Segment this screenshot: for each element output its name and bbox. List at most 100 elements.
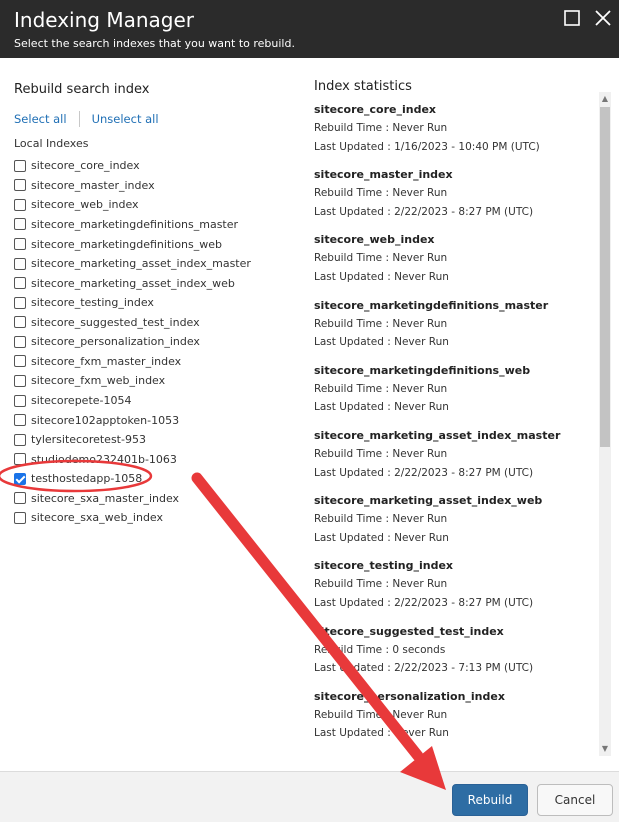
- stat-name: sitecore_master_index: [314, 168, 453, 182]
- index-item[interactable]: sitecore_core_index: [14, 156, 251, 176]
- index-checkbox[interactable]: [14, 433, 26, 446]
- stat-rebuild-time: Rebuild Time : Never Run: [314, 578, 448, 591]
- stat-rebuild-time: Rebuild Time : Never Run: [314, 382, 448, 395]
- index-checkbox[interactable]: [14, 179, 26, 192]
- index-checkbox[interactable]: [14, 453, 26, 466]
- stat-rebuild-time: Rebuild Time : Never Run: [314, 708, 448, 721]
- index-item-label: sitecore_marketingdefinitions_master: [31, 217, 239, 231]
- index-item-label: sitecore_fxm_master_index: [31, 354, 182, 368]
- index-checkbox[interactable]: [14, 296, 26, 309]
- scroll-down-icon[interactable]: ▼: [599, 742, 611, 756]
- stat-block: sitecore_marketing_asset_index_master Reb…: [314, 427, 584, 492]
- stats-panel: Index statistics sitecore_core_index Rebu…: [314, 79, 584, 769]
- index-item-label: sitecore_testing_index: [31, 296, 154, 310]
- index-item[interactable]: sitecore_sxa_web_index: [14, 508, 251, 528]
- selection-links: Select all Unselect all: [14, 108, 159, 127]
- index-checkbox[interactable]: [14, 198, 26, 211]
- stat-block: sitecore_marketing_asset_index_web Rebuil…: [314, 492, 584, 557]
- scroll-up-icon[interactable]: ▲: [599, 92, 611, 106]
- index-item[interactable]: sitecore_fxm_web_index: [14, 371, 251, 391]
- stats-list: sitecore_core_index Rebuild Time : Never …: [314, 101, 584, 753]
- stat-block: sitecore_suggested_test_index Rebuild Tim…: [314, 623, 584, 688]
- index-item-label: sitecore_fxm_web_index: [31, 374, 166, 388]
- index-item[interactable]: sitecore_suggested_test_index: [14, 313, 251, 333]
- index-item[interactable]: sitecore_personalization_index: [14, 332, 251, 352]
- index-item[interactable]: sitecore_master_index: [14, 176, 251, 196]
- stat-name: sitecore_marketingdefinitions_web: [314, 363, 531, 377]
- index-item[interactable]: sitecore_testing_index: [14, 293, 251, 313]
- close-icon: [595, 10, 611, 26]
- index-checkbox[interactable]: [14, 492, 26, 505]
- index-item-label: sitecore_marketingdefinitions_web: [31, 237, 222, 251]
- index-item[interactable]: sitecore102apptoken-1053: [14, 410, 251, 430]
- index-item-label: sitecore_sxa_web_index: [31, 511, 164, 525]
- unselect-all-link[interactable]: Unselect all: [92, 112, 159, 126]
- index-checkbox[interactable]: [14, 511, 26, 524]
- select-all-link[interactable]: Select all: [14, 112, 67, 126]
- index-item[interactable]: testhostedapp-1058: [14, 469, 251, 489]
- index-checkbox[interactable]: [14, 414, 26, 427]
- stats-scrollbar[interactable]: ▲ ▼: [599, 92, 611, 756]
- scroll-thumb[interactable]: [600, 107, 610, 447]
- index-checkbox[interactable]: [14, 277, 26, 290]
- index-item[interactable]: sitecore_sxa_master_index: [14, 489, 251, 509]
- index-item[interactable]: tylersitecoretest-953: [14, 430, 251, 450]
- local-indexes-label: Local Indexes: [14, 137, 89, 150]
- maximize-button[interactable]: [560, 6, 584, 30]
- stat-block: sitecore_web_index Rebuild Time : Never R…: [314, 231, 584, 296]
- stat-name: sitecore_testing_index: [314, 559, 454, 573]
- index-item[interactable]: sitecorepete-1054: [14, 391, 251, 411]
- stat-block: sitecore_marketingdefinitions_master Rebu…: [314, 297, 584, 362]
- stat-name: sitecore_suggested_test_index: [314, 624, 504, 638]
- stat-last-updated: Last Updated : Never Run: [314, 401, 449, 414]
- index-checkbox-list: sitecore_core_index sitecore_master_index…: [14, 156, 251, 528]
- index-checkbox[interactable]: [14, 394, 26, 407]
- rebuild-button[interactable]: Rebuild: [452, 784, 528, 816]
- link-divider: [78, 110, 80, 127]
- stat-rebuild-time: Rebuild Time : 0 seconds: [314, 643, 446, 656]
- index-item[interactable]: sitecore_fxm_master_index: [14, 352, 251, 372]
- stat-last-updated: Last Updated : 1/16/2023 - 10:40 PM (UTC…: [314, 140, 540, 153]
- index-checkbox[interactable]: [14, 238, 26, 251]
- stat-last-updated: Last Updated : 2/22/2023 - 7:13 PM (UTC): [314, 662, 534, 675]
- dialog-footer: Rebuild Cancel: [0, 771, 619, 822]
- stat-name: sitecore_marketingdefinitions_master: [314, 298, 549, 312]
- stat-name: sitecore_marketing_asset_index_master: [314, 428, 561, 442]
- index-item-label: tylersitecoretest-953: [31, 433, 146, 447]
- index-checkbox[interactable]: [14, 159, 26, 172]
- index-item-label: sitecore_marketing_asset_index_web: [31, 276, 235, 290]
- stat-rebuild-time: Rebuild Time : Never Run: [314, 317, 448, 330]
- stat-last-updated: Last Updated : Never Run: [314, 336, 449, 349]
- index-item[interactable]: sitecore_marketing_asset_index_master: [14, 254, 251, 274]
- index-item[interactable]: sitecore_web_index: [14, 195, 251, 215]
- index-item[interactable]: sitecore_marketingdefinitions_master: [14, 215, 251, 235]
- stat-name: sitecore_web_index: [314, 233, 435, 247]
- maximize-icon: [564, 10, 580, 26]
- cancel-button[interactable]: Cancel: [537, 784, 613, 816]
- stat-block: sitecore_marketingdefinitions_web Rebuild…: [314, 362, 584, 427]
- index-item-label: sitecore_core_index: [31, 159, 140, 173]
- index-checkbox-checked[interactable]: [14, 472, 26, 485]
- dialog-title: Indexing Manager: [14, 8, 195, 32]
- index-checkbox[interactable]: [14, 374, 26, 387]
- index-item-label: sitecore_web_index: [31, 198, 139, 212]
- dialog-titlebar: Indexing Manager Select the search index…: [0, 0, 619, 58]
- index-checkbox[interactable]: [14, 355, 26, 368]
- stat-last-updated: Last Updated : 2/22/2023 - 8:27 PM (UTC): [314, 466, 534, 479]
- stat-block: sitecore_core_index Rebuild Time : Never …: [314, 101, 584, 166]
- index-item[interactable]: studiodemo232401b-1063: [14, 449, 251, 469]
- index-checkbox[interactable]: [14, 335, 26, 348]
- stat-block: sitecore_personalization_index Rebuild Ti…: [314, 688, 584, 753]
- index-item-label: sitecore_personalization_index: [31, 335, 200, 349]
- index-checkbox[interactable]: [14, 257, 26, 270]
- close-button[interactable]: [591, 6, 615, 30]
- stat-last-updated: Last Updated : 2/22/2023 - 8:27 PM (UTC): [314, 205, 534, 218]
- stat-rebuild-time: Rebuild Time : Never Run: [314, 513, 448, 526]
- stat-rebuild-time: Rebuild Time : Never Run: [314, 122, 448, 134]
- index-checkbox[interactable]: [14, 218, 26, 231]
- stat-last-updated: Last Updated : Never Run: [314, 531, 449, 544]
- index-item[interactable]: sitecore_marketing_asset_index_web: [14, 273, 251, 293]
- index-item[interactable]: sitecore_marketingdefinitions_web: [14, 234, 251, 254]
- index-item-label: sitecore102apptoken-1053: [31, 413, 180, 427]
- index-checkbox[interactable]: [14, 316, 26, 329]
